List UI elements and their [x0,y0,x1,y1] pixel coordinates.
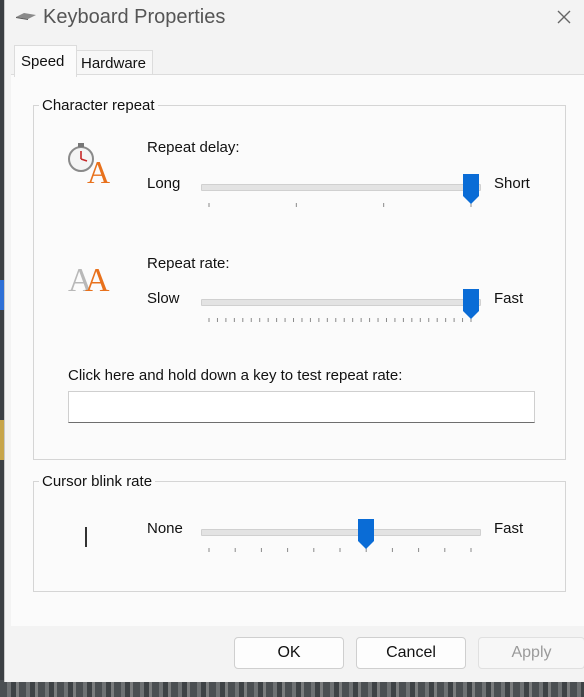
desktop-background [0,680,584,697]
svg-text:A: A [87,154,110,185]
window-title: Keyboard Properties [43,6,226,28]
repeat-delay-slider-track[interactable] [201,184,481,191]
cursor-blink-group [33,481,566,592]
test-repeat-rate-prompt: Click here and hold down a key to test r… [68,367,403,384]
ok-button[interactable]: OK [234,637,344,669]
speed-tab-panel: Character repeat A Repeat delay: Long Sh… [11,74,584,627]
tab-hardware[interactable]: Hardware [75,50,153,75]
tab-speed-label: Speed [21,53,65,70]
repeat-rate-label: Repeat rate: [147,255,230,272]
cursor-blink-slider-track[interactable] [201,529,481,536]
keyboard-properties-dialog: Keyboard Properties Speed Hardware Chara… [4,0,584,682]
cancel-button[interactable]: Cancel [356,637,466,669]
title-bar[interactable]: Keyboard Properties [5,0,584,34]
cursor-blink-ticks [208,548,472,552]
stopwatch-letter-a-icon: A [68,143,110,185]
character-repeat-label: Character repeat [39,97,158,114]
repeat-delay-min-label: Long [147,175,181,192]
double-letter-a-icon: A A [68,262,110,295]
close-button[interactable] [555,0,584,34]
repeat-delay-ticks [208,203,472,207]
repeat-delay-label: Repeat delay: [147,139,240,156]
apply-button[interactable]: Apply [478,637,584,669]
svg-text:A: A [85,262,110,295]
text-cursor-icon [85,527,87,547]
cursor-blink-slider-thumb[interactable] [358,519,375,549]
tab-speed[interactable]: Speed [14,45,77,77]
cursor-blink-max-label: Fast [494,520,524,537]
repeat-delay-max-label: Short [494,175,530,192]
test-repeat-rate-input[interactable] [68,391,535,423]
repeat-delay-slider-thumb[interactable] [463,174,479,204]
close-icon [557,10,571,24]
tab-hardware-label: Hardware [81,55,147,72]
repeat-rate-ticks [208,318,472,322]
keyboard-icon [16,13,36,20]
repeat-rate-max-label: Fast [494,290,524,307]
repeat-rate-slider-thumb[interactable] [463,289,479,319]
cursor-blink-min-label: None [147,520,183,537]
cursor-blink-label: Cursor blink rate [39,473,156,490]
repeat-rate-min-label: Slow [147,290,180,307]
repeat-rate-slider-track[interactable] [201,299,481,306]
